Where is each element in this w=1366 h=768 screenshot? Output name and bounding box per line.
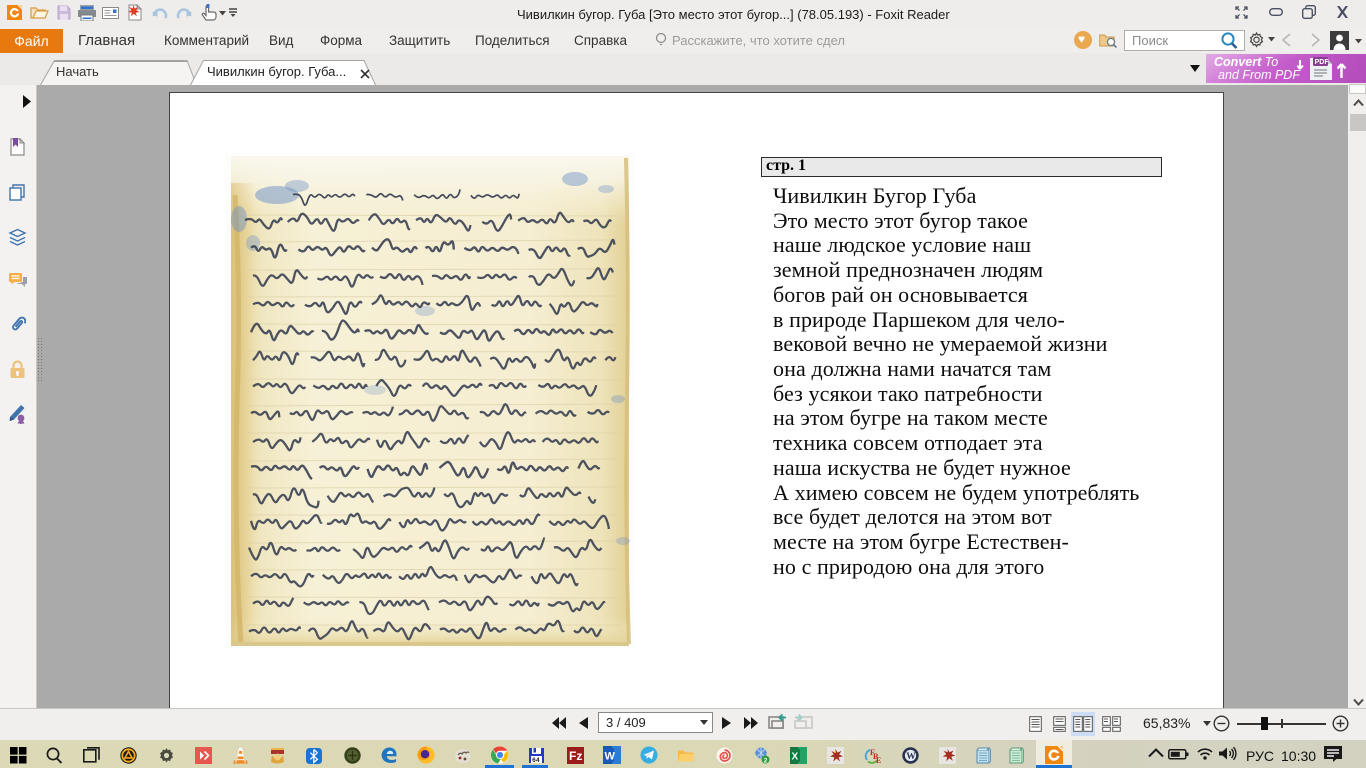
- svg-text:E: E: [876, 756, 881, 764]
- svg-text:W: W: [906, 752, 916, 762]
- svg-text:PDF: PDF: [1315, 59, 1330, 66]
- svg-text:64: 64: [532, 757, 540, 764]
- svg-text:X: X: [792, 752, 799, 763]
- svg-text:2: 2: [764, 757, 768, 764]
- svg-text:Fz: Fz: [569, 749, 582, 763]
- svg-text:W: W: [605, 751, 616, 763]
